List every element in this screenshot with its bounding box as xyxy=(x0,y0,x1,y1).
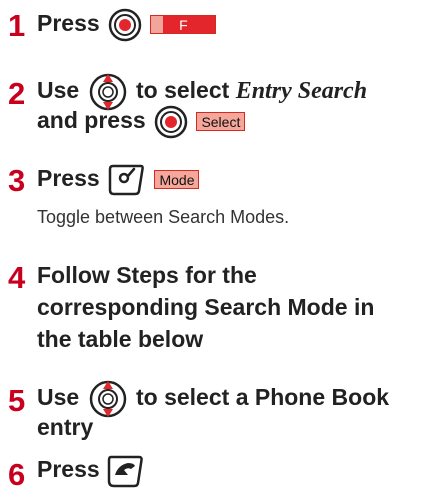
step-1-text: Press F xyxy=(37,7,217,42)
step-number: 3 xyxy=(8,163,26,198)
step-label: Press xyxy=(37,456,100,483)
step-number: 1 xyxy=(8,8,26,43)
step-5-line-2: entry xyxy=(37,414,94,440)
menu-item-name: Entry Search xyxy=(235,78,368,105)
step-label: Press xyxy=(37,165,100,191)
step-3-note: Toggle between Search Modes. xyxy=(37,207,290,227)
mode-key-icon xyxy=(108,164,144,196)
step-text: to select xyxy=(135,77,230,104)
step-text: and press xyxy=(37,107,146,133)
step-label: Use xyxy=(37,77,80,104)
step-number: 6 xyxy=(8,457,26,492)
step-4-line-3: the table below xyxy=(37,326,204,352)
softkey-mode: Mode xyxy=(154,170,200,190)
step-4-line-1: Follow Steps for the xyxy=(37,262,257,288)
send-key-icon xyxy=(107,455,143,488)
center-key-icon xyxy=(154,105,188,139)
step-6-text: Press xyxy=(37,453,146,489)
step-2-line-2: and press Select xyxy=(37,104,246,139)
step-4-line-2: corresponding Search Mode in xyxy=(37,294,375,320)
step-label: Use xyxy=(37,384,80,411)
center-key-icon xyxy=(108,8,142,42)
step-text: to select a Phone Book xyxy=(135,384,390,411)
step-3-text: Press Mode xyxy=(37,162,200,197)
step-label: Press xyxy=(37,10,100,36)
step-number: 5 xyxy=(8,383,26,418)
softkey-select: Select xyxy=(196,112,246,132)
step-number: 4 xyxy=(8,260,26,295)
softkey-f: F xyxy=(150,15,217,35)
step-number: 2 xyxy=(8,76,26,111)
